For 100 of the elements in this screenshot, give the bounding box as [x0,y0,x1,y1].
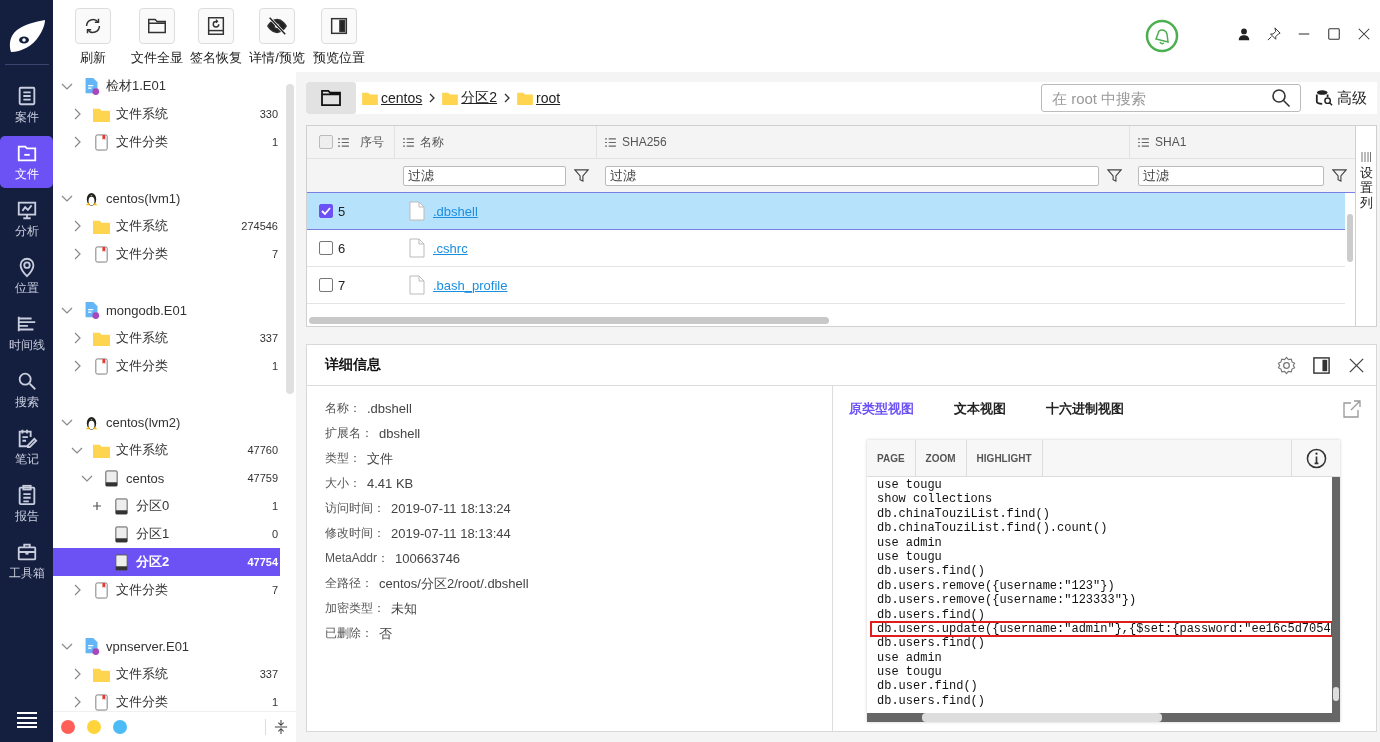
tree-item[interactable]: centos(lvm2) [53,408,280,436]
search-icon[interactable] [1271,88,1291,108]
field-value: 否 [379,624,392,643]
nav-item[interactable]: 分析 [0,193,53,245]
nav-item[interactable]: 案件 [0,79,53,131]
tree-item[interactable]: 分区1 0 [53,520,280,548]
tree-item[interactable]: 文件分类 7 [53,576,280,604]
filter-field[interactable]: 过滤 [403,165,566,186]
item-count: 7 [271,584,278,596]
nav-item[interactable]: 时间线 [0,307,53,359]
user-icon[interactable] [1237,27,1251,41]
toolbar-button[interactable] [75,8,111,44]
tree-item[interactable]: 文件系统 330 [53,100,280,128]
tree-item[interactable]: 文件分类 1 [53,352,280,380]
code-line: use admin [876,535,943,550]
external-link-icon[interactable] [1342,399,1362,419]
nav-item[interactable]: 文件 [0,136,53,188]
filter-field[interactable]: 过滤 [605,165,1099,186]
notification-bell-icon[interactable] [1145,19,1179,53]
scrollbar-thumb[interactable] [286,84,294,394]
filter-field[interactable]: 过滤 [1138,165,1324,186]
filter-icon[interactable] [574,168,589,183]
view-tab[interactable]: 文本视图 [954,400,1006,418]
file-link[interactable]: .bash_profile [433,277,508,293]
nav-item[interactable]: 报告 [0,478,53,530]
pin-icon[interactable] [1267,27,1281,41]
breadcrumb-link[interactable]: centos [381,90,423,106]
tree-item[interactable]: 文件系统 47760 [53,436,280,464]
tree-item[interactable]: 文件系统 337 [53,324,280,352]
list-icon [338,137,349,147]
list-icon [403,137,414,147]
scrollbar-thumb[interactable] [922,713,1162,722]
tree-item[interactable]: vpnserver.E01 [53,632,280,660]
file-icon [409,238,425,258]
column-settings-button[interactable]: 设置列 [1355,126,1376,326]
table-row[interactable]: 6 .cshrc [307,230,1345,267]
plus-icon[interactable] [91,500,103,512]
column-header[interactable]: 序号 [360,133,384,151]
view-tab[interactable]: 十六进制视图 [1046,400,1124,418]
row-checkbox[interactable] [319,278,333,292]
tree-item[interactable]: 文件分类 7 [53,240,280,268]
nav-item[interactable]: 笔记 [0,421,53,473]
viewer-tab[interactable]: ZOOM [915,440,967,476]
document-bookmark-icon [93,581,110,599]
tree-item[interactable]: mongodb.E01 [53,296,280,324]
settings-icon[interactable] [1277,355,1296,375]
code-line: db.users.remove({username:"123"}) [876,578,1116,594]
toolbar-label: 详情/预览 [249,49,305,67]
side-panel-icon[interactable] [1312,355,1331,375]
close-icon[interactable] [1357,27,1371,41]
table-row[interactable]: 5 .dbshell [307,193,1345,230]
nav-item[interactable]: 搜索 [0,364,53,416]
view-tab[interactable]: 原类型视图 [849,400,914,418]
nav-item[interactable]: 位置 [0,250,53,302]
highlighted-code-line: db.users.update({username:"admin"},{$set:{password:"ee16c5d7054 [871,621,1332,637]
column-header[interactable]: SHA1 [1155,135,1187,149]
info-icon[interactable] [1305,447,1327,469]
row-checkbox[interactable] [319,204,333,218]
scrollbar-thumb[interactable] [309,317,829,324]
breadcrumb-link[interactable]: root [536,90,561,106]
scrollbar-thumb[interactable] [1333,687,1339,701]
tree-item[interactable]: 文件系统 274546 [53,212,280,240]
maximize-icon[interactable] [1327,27,1341,41]
menu-icon[interactable] [16,712,37,728]
viewer-tab[interactable]: PAGE [867,440,916,476]
advanced-search-button[interactable]: 高级 [1315,88,1367,108]
status-dot[interactable] [61,720,75,734]
file-icon [409,275,425,295]
table-cell: 6 [338,240,346,256]
collapse-arrows-icon[interactable] [265,719,288,735]
toolbar-button[interactable] [138,8,175,44]
nav-item[interactable]: 工具箱 [0,535,53,587]
status-dot[interactable] [87,720,101,734]
column-header[interactable]: 名称 [420,133,444,151]
tree-item[interactable]: 文件分类 1 [53,688,280,711]
column-header[interactable]: SHA256 [622,135,667,149]
filter-icon[interactable] [1107,168,1122,183]
row-checkbox[interactable] [319,241,333,255]
toolbar-button[interactable] [259,8,295,44]
tree-item[interactable]: 文件系统 337 [53,660,280,688]
tree-item[interactable]: centos(lvm1) [53,184,280,212]
search-field[interactable]: 在 root 中搜索 [1041,84,1301,112]
tree-item[interactable]: centos 47759 [53,464,280,492]
toolbar-button[interactable] [197,8,234,44]
scrollbar-thumb[interactable] [1347,214,1353,262]
tree-item[interactable]: 分区0 1 [53,492,280,520]
table-row[interactable]: 7 .bash_profile [307,267,1345,304]
status-dot[interactable] [113,720,127,734]
tree-item[interactable]: 检材1.E01 [53,72,280,100]
folder-button[interactable] [306,82,356,114]
select-all-checkbox[interactable] [319,135,333,149]
item-count: 7 [271,248,278,260]
file-link[interactable]: .cshrc [433,240,468,256]
filter-icon[interactable] [1332,168,1347,183]
viewer-tab[interactable]: HIGHLIGHT [966,440,1043,476]
item-count: 1 [271,696,278,708]
tree-item[interactable]: 文件分类 1 [53,128,280,156]
tree-item[interactable]: 分区2 47754 [53,548,280,576]
toolbar-button[interactable] [320,8,357,44]
breadcrumb-link[interactable]: 分区2 [461,89,498,107]
